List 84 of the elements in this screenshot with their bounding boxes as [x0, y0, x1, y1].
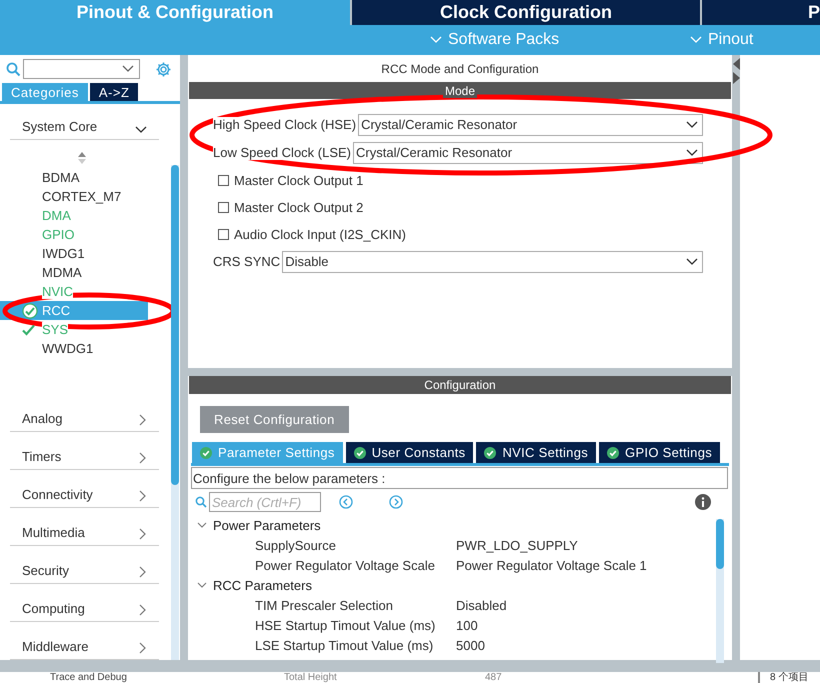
next-icon[interactable] [389, 495, 403, 509]
search-combo-field[interactable] [23, 59, 140, 80]
category-header[interactable]: Multimedia [10, 508, 159, 546]
chevron-down-icon [122, 65, 134, 74]
scrollbar[interactable] [716, 519, 724, 663]
field-label: CRS SYNC [213, 254, 280, 269]
top-tab[interactable]: Clock Configuration [352, 0, 700, 25]
chevron-down-icon [690, 36, 702, 44]
category-item[interactable]: MDMA [0, 263, 148, 282]
chevron-right-icon [139, 452, 147, 464]
panel-title: RCC Mode and Configuration [380, 60, 540, 78]
tree-group[interactable]: Power Parameters [191, 515, 327, 535]
category-header[interactable]: Middleware [10, 622, 159, 660]
parameter-name: HSE Startup Timout Value (ms) [255, 618, 436, 632]
parameter-name: Power Regulator Voltage Scale [255, 558, 435, 572]
settings-tab[interactable]: NVIC Settings [476, 442, 596, 463]
section-header: Mode [442, 84, 478, 98]
parameter-name: LSE Startup Timout Value (ms) [255, 638, 434, 652]
parameter-value[interactable]: Disabled [456, 598, 507, 612]
category-header[interactable]: Connectivity [10, 470, 159, 508]
property-name: Total Height [284, 672, 337, 683]
settings-tab[interactable]: User Constants [346, 442, 474, 463]
check-circle-icon [607, 446, 620, 458]
chevron-right-icon [139, 490, 147, 502]
checkbox[interactable] [218, 229, 229, 240]
checkbox-label: Master Clock Output 1 [234, 173, 364, 188]
expand-arrow-icon[interactable] [732, 72, 740, 84]
dropdown-field[interactable]: Crystal/Ceramic Resonator [353, 142, 703, 164]
chevron-down-icon [430, 36, 442, 44]
parameter-name: SupplySource [255, 538, 336, 552]
chevron-down-icon [197, 582, 207, 588]
chevron-down-icon [686, 120, 698, 128]
check-circle-icon [200, 446, 212, 458]
settings-tab[interactable]: GPIO Settings [599, 442, 720, 463]
chevron-down-icon [686, 258, 698, 266]
parameter-name: TIM Prescaler Selection [255, 598, 393, 612]
category-item[interactable]: BDMA [0, 168, 148, 187]
parameter-value[interactable]: 5000 [456, 638, 485, 652]
category-item[interactable]: IWDG1 [0, 244, 148, 263]
checkbox[interactable] [218, 202, 229, 213]
category-item[interactable]: CORTEX_M7 [0, 187, 148, 206]
chevron-right-icon [139, 414, 147, 426]
category-header[interactable]: System Core [10, 104, 159, 140]
category-header[interactable]: Security [10, 546, 159, 584]
category-header[interactable]: Timers [10, 432, 159, 470]
check-circle-icon [354, 446, 366, 458]
scrollbar[interactable] [171, 165, 179, 660]
info-icon[interactable] [695, 494, 711, 510]
item-count: 8 个项目 [770, 672, 808, 683]
category-item[interactable]: WWDG1 [0, 339, 148, 358]
checkbox[interactable] [218, 175, 229, 186]
chevron-down-icon [686, 148, 698, 156]
previous-icon[interactable] [339, 495, 353, 509]
chevron-down-icon [135, 126, 147, 134]
top-tab[interactable]: P [702, 0, 820, 25]
parameter-value[interactable]: PWR_LDO_SUPPLY [456, 538, 578, 552]
category-header[interactable]: Computing [10, 584, 159, 622]
description-text: Configure the below parameters : [191, 467, 728, 489]
sort-icon[interactable] [78, 152, 86, 164]
search-field[interactable]: Search (Crtl+F) [209, 492, 321, 512]
search-icon[interactable] [195, 496, 207, 508]
check-circle-icon [484, 446, 496, 458]
property-value: 487 [485, 672, 502, 683]
dropdown-field[interactable]: Crystal/Ceramic Resonator [358, 114, 703, 136]
category-header[interactable]: Trace and Debug [50, 672, 127, 683]
checkbox-label: Audio Clock Input (I2S_CKIN) [234, 227, 406, 242]
dropdown-field[interactable]: Disable [282, 250, 703, 272]
category-header[interactable]: Analog [10, 394, 159, 432]
chevron-right-icon [139, 528, 147, 540]
field-label: High Speed Clock (HSE) [213, 117, 356, 132]
field-label: Low Speed Clock (LSE) [213, 145, 352, 160]
checkbox-label: Master Clock Output 2 [234, 200, 364, 215]
search-icon[interactable] [6, 62, 21, 77]
collapse-arrow-icon[interactable] [732, 58, 740, 70]
settings-icon[interactable] [155, 60, 172, 78]
parameter-value[interactable]: Power Regulator Voltage Scale 1 [456, 558, 647, 572]
parameter-value[interactable]: 100 [456, 618, 478, 632]
chevron-down-icon [197, 522, 207, 528]
sidebar-tab[interactable]: A->Z [90, 83, 138, 101]
chevron-right-icon [139, 642, 147, 654]
tree-group[interactable]: RCC Parameters [191, 575, 318, 595]
chevron-right-icon [139, 566, 147, 578]
chevron-right-icon [139, 604, 147, 616]
section-header: Configuration [189, 376, 731, 394]
